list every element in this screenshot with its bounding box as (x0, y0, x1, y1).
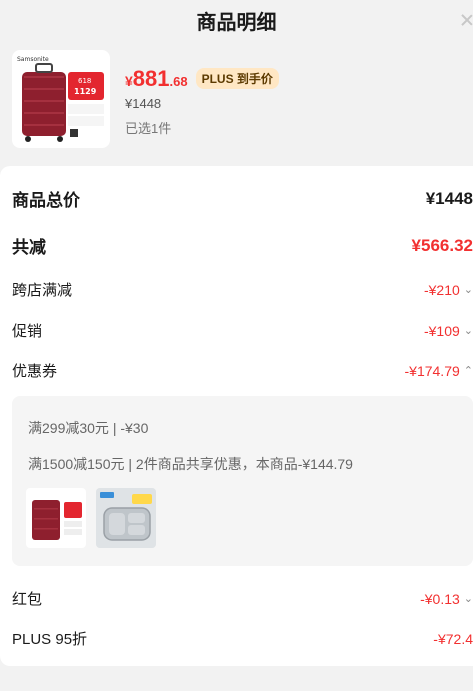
plus-discount-row: PLUS 95折 -¥72.4 (12, 628, 473, 649)
coupon-detail-2: 满1500减150元 | 2件商品共享优惠，本商品-¥144.79 (28, 456, 353, 472)
chevron-down-icon[interactable]: ⌄ (464, 283, 473, 296)
coupon-detail-box: 满299减30元 | -¥30 满1500减150元 | 2件商品共享优惠，本商… (12, 396, 473, 566)
lunchbox-thumb (96, 488, 156, 548)
total-price-label: 商品总价 (12, 191, 80, 210)
promo-row[interactable]: 促销 -¥109 ⌄ (12, 320, 473, 341)
total-reduce-value: ¥566.32 (411, 235, 473, 255)
plus-discount-label: PLUS 95折 (12, 631, 88, 648)
cross-store-value: -¥210 (423, 281, 460, 298)
promo-label: 促销 (12, 323, 43, 340)
final-price: ¥881.68 (125, 66, 188, 91)
header: 商品明细 (0, 0, 473, 44)
cross-store-row[interactable]: 跨店满减 -¥210 ⌄ (12, 279, 473, 300)
cross-store-label: 跨店满减 (12, 282, 73, 299)
luggage-image: Samsonite 618 1129 (17, 56, 104, 142)
total-reduce-label: 共减 (12, 238, 46, 257)
product-image[interactable]: Samsonite 618 1129 (12, 50, 110, 148)
coupon-product-lunchbox[interactable] (96, 488, 156, 548)
coupon-value: -¥174.79 (404, 362, 460, 379)
coupon-row[interactable]: 优惠券 -¥174.79 ⌃ (12, 360, 473, 381)
promo-value: -¥109 (423, 322, 460, 339)
coupon-label: 优惠券 (12, 363, 58, 380)
plus-discount-value: -¥72.4 (433, 630, 473, 647)
product-summary: Samsonite 618 1129 ¥881.68 PLUS 到手价 ¥144… (12, 50, 473, 150)
svg-text:Samsonite: Samsonite (17, 56, 49, 63)
selected-count: 已选1件 (125, 121, 172, 136)
total-reduce-row: 共减 ¥566.32 (12, 233, 473, 258)
luggage-thumb (32, 500, 82, 540)
page-title: 商品明细 (196, 12, 277, 34)
redpacket-value: -¥0.13 (420, 590, 460, 607)
close-icon[interactable] (459, 13, 473, 29)
coupon-detail-1: 满299减30元 | -¥30 (28, 420, 149, 436)
redpacket-row[interactable]: 红包 -¥0.13 ⌄ (12, 588, 473, 609)
chevron-down-icon[interactable]: ⌄ (464, 324, 473, 337)
total-price-row: 商品总价 ¥1448 (12, 186, 473, 211)
chevron-up-icon[interactable]: ⌃ (464, 364, 473, 377)
price-detail-card: 商品总价 ¥1448 共减 ¥566.32 跨店满减 -¥210 ⌄ 促销 -¥1… (0, 166, 473, 666)
svg-text:618: 618 (78, 77, 91, 85)
original-price: ¥1448 (125, 96, 162, 111)
plus-price-tag: PLUS 到手价 (195, 68, 279, 89)
redpacket-label: 红包 (12, 591, 43, 608)
price-line: ¥881.68 PLUS 到手价 (125, 66, 279, 92)
svg-text:1129: 1129 (74, 87, 97, 96)
coupon-product-luggage[interactable] (26, 488, 86, 548)
total-price-value: ¥1448 (425, 188, 473, 208)
chevron-down-icon[interactable]: ⌄ (464, 592, 473, 605)
